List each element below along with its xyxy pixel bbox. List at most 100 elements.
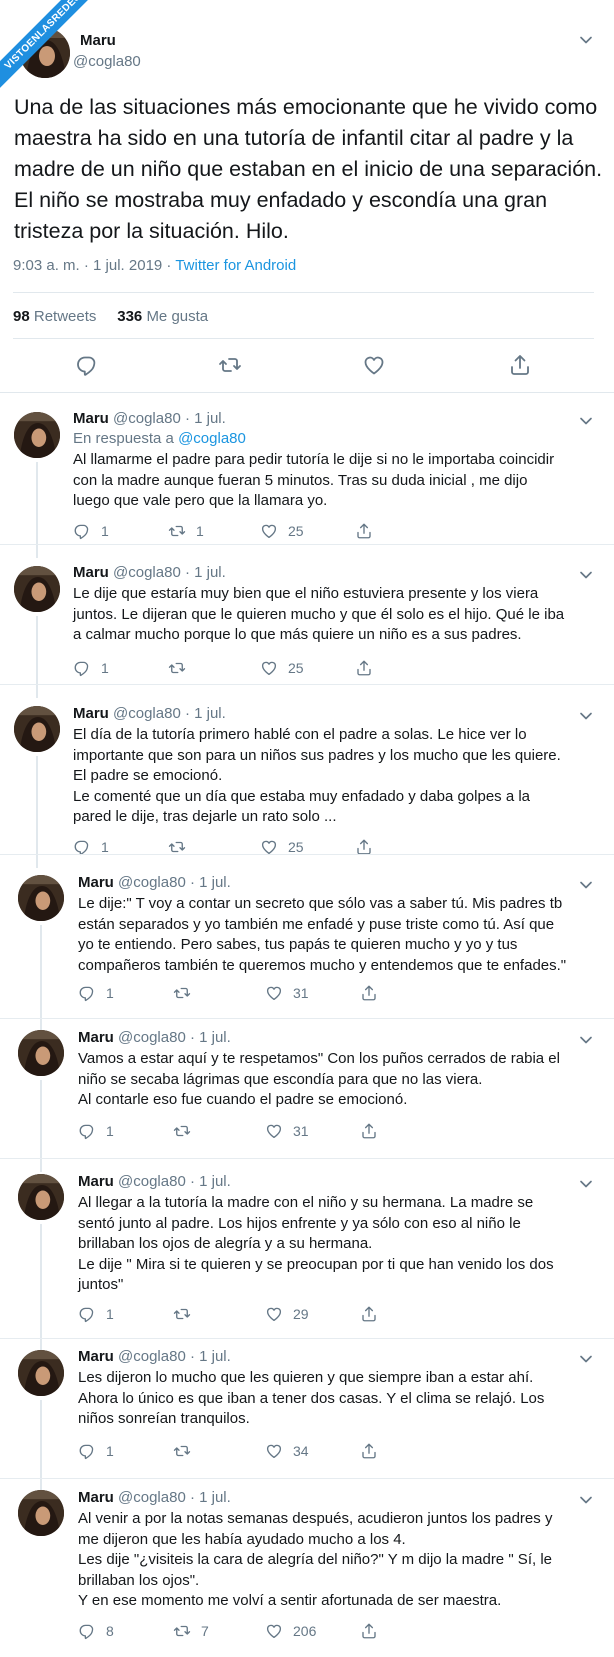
tweet-source[interactable]: Twitter for Android [175, 257, 296, 274]
author-name[interactable]: Maru [78, 1173, 114, 1190]
in-reply-handle[interactable]: @cogla80 [178, 430, 246, 447]
reply-action[interactable]: 8 [78, 1620, 114, 1642]
retweets-label[interactable]: Retweets [34, 308, 97, 325]
author-handle[interactable]: @cogla80 · 1 jul. [113, 564, 226, 581]
avatar[interactable] [18, 1350, 64, 1396]
author-name[interactable]: Maru [73, 410, 109, 427]
like-icon[interactable] [260, 659, 278, 677]
chevron-down-icon[interactable] [576, 875, 596, 895]
retweet-icon[interactable] [173, 1442, 191, 1460]
tweet-time[interactable]: 9:03 a. m. · 1 jul. 2019 · [13, 257, 175, 274]
like-action[interactable]: 31 [265, 1120, 309, 1142]
avatar[interactable] [14, 412, 60, 458]
reply-icon[interactable] [78, 1122, 96, 1140]
share-icon[interactable] [360, 1442, 378, 1460]
reply-icon[interactable] [78, 1442, 96, 1460]
retweet-icon[interactable] [168, 522, 186, 540]
reply-action[interactable]: 1 [78, 982, 114, 1004]
retweet-icon[interactable] [173, 1622, 191, 1640]
author-handle[interactable]: @cogla80 · 1 jul. [113, 410, 226, 427]
chevron-down-icon[interactable] [576, 1490, 596, 1510]
likes-count[interactable]: 336 [117, 308, 142, 325]
reply-icon[interactable] [78, 1622, 96, 1640]
author-name[interactable]: Maru [78, 1489, 114, 1506]
share-action[interactable] [360, 982, 378, 1004]
retweet-action[interactable] [173, 1440, 201, 1462]
like-icon[interactable] [265, 1442, 283, 1460]
like-action[interactable]: 25 [260, 657, 304, 679]
retweet-action[interactable] [173, 1303, 201, 1325]
reply-action[interactable]: 1 [73, 657, 109, 679]
retweet-action[interactable]: 7 [173, 1620, 209, 1642]
author-name[interactable]: Maru [78, 874, 114, 891]
reply-icon[interactable] [73, 659, 91, 677]
like-icon[interactable] [362, 353, 386, 377]
author-handle[interactable]: @cogla80 · 1 jul. [118, 1348, 231, 1365]
retweet-action[interactable] [168, 657, 196, 679]
share-icon[interactable] [508, 353, 532, 377]
like-icon[interactable] [265, 1622, 283, 1640]
avatar[interactable] [14, 706, 60, 752]
reply-icon[interactable] [75, 353, 99, 377]
share-icon[interactable] [355, 522, 373, 540]
retweets-count[interactable]: 98 [13, 308, 30, 325]
like-icon[interactable] [265, 1305, 283, 1323]
reply-icon[interactable] [78, 1305, 96, 1323]
author-name[interactable]: Maru [78, 1348, 114, 1365]
retweet-icon[interactable] [173, 1122, 191, 1140]
chevron-down-icon[interactable] [576, 1174, 596, 1194]
chevron-down-icon[interactable] [576, 565, 596, 585]
share-action[interactable] [355, 520, 373, 542]
reply-action[interactable]: 1 [78, 1440, 114, 1462]
share-action[interactable] [360, 1120, 378, 1142]
share-icon[interactable] [355, 659, 373, 677]
share-action[interactable] [360, 1440, 378, 1462]
like-icon[interactable] [260, 522, 278, 540]
chevron-down-icon[interactable] [576, 30, 596, 50]
share-icon[interactable] [360, 1622, 378, 1640]
reply-action[interactable]: 1 [73, 520, 109, 542]
share-icon[interactable] [360, 1122, 378, 1140]
share-icon[interactable] [360, 984, 378, 1002]
author-handle[interactable]: @cogla80 · 1 jul. [118, 1489, 231, 1506]
author-name[interactable]: Maru [73, 705, 109, 722]
share-icon[interactable] [360, 1305, 378, 1323]
author-name[interactable]: Maru [78, 1029, 114, 1046]
like-action[interactable]: 25 [260, 520, 304, 542]
likes-label[interactable]: Me gusta [146, 308, 208, 325]
reply-icon[interactable] [73, 522, 91, 540]
avatar[interactable] [18, 1030, 64, 1076]
reply-action[interactable]: 1 [78, 1303, 114, 1325]
chevron-down-icon[interactable] [576, 411, 596, 431]
author-handle[interactable]: @cogla80 · 1 jul. [118, 1173, 231, 1190]
like-action[interactable]: 34 [265, 1440, 309, 1462]
retweet-icon[interactable] [168, 659, 186, 677]
avatar[interactable] [18, 1490, 64, 1536]
like-action[interactable]: 31 [265, 982, 309, 1004]
retweet-action[interactable]: 1 [168, 520, 204, 542]
retweet-icon[interactable] [218, 353, 242, 377]
chevron-down-icon[interactable] [576, 1349, 596, 1369]
like-action[interactable]: 29 [265, 1303, 309, 1325]
retweet-action[interactable] [173, 982, 201, 1004]
retweet-icon[interactable] [173, 1305, 191, 1323]
chevron-down-icon[interactable] [576, 706, 596, 726]
avatar[interactable] [14, 566, 60, 612]
reply-action[interactable]: 1 [78, 1120, 114, 1142]
like-icon[interactable] [265, 1122, 283, 1140]
avatar[interactable] [18, 875, 64, 921]
retweet-icon[interactable] [173, 984, 191, 1002]
share-action[interactable] [360, 1620, 378, 1642]
like-icon[interactable] [265, 984, 283, 1002]
like-action[interactable]: 206 [265, 1620, 316, 1642]
reply-icon[interactable] [78, 984, 96, 1002]
chevron-down-icon[interactable] [576, 1030, 596, 1050]
share-action[interactable] [360, 1303, 378, 1325]
share-action[interactable] [355, 657, 373, 679]
author-handle[interactable]: @cogla80 · 1 jul. [113, 705, 226, 722]
avatar[interactable] [18, 1174, 64, 1220]
author-handle[interactable]: @cogla80 · 1 jul. [118, 874, 231, 891]
retweet-action[interactable] [173, 1120, 201, 1142]
author-name[interactable]: Maru [73, 564, 109, 581]
author-handle[interactable]: @cogla80 · 1 jul. [118, 1029, 231, 1046]
